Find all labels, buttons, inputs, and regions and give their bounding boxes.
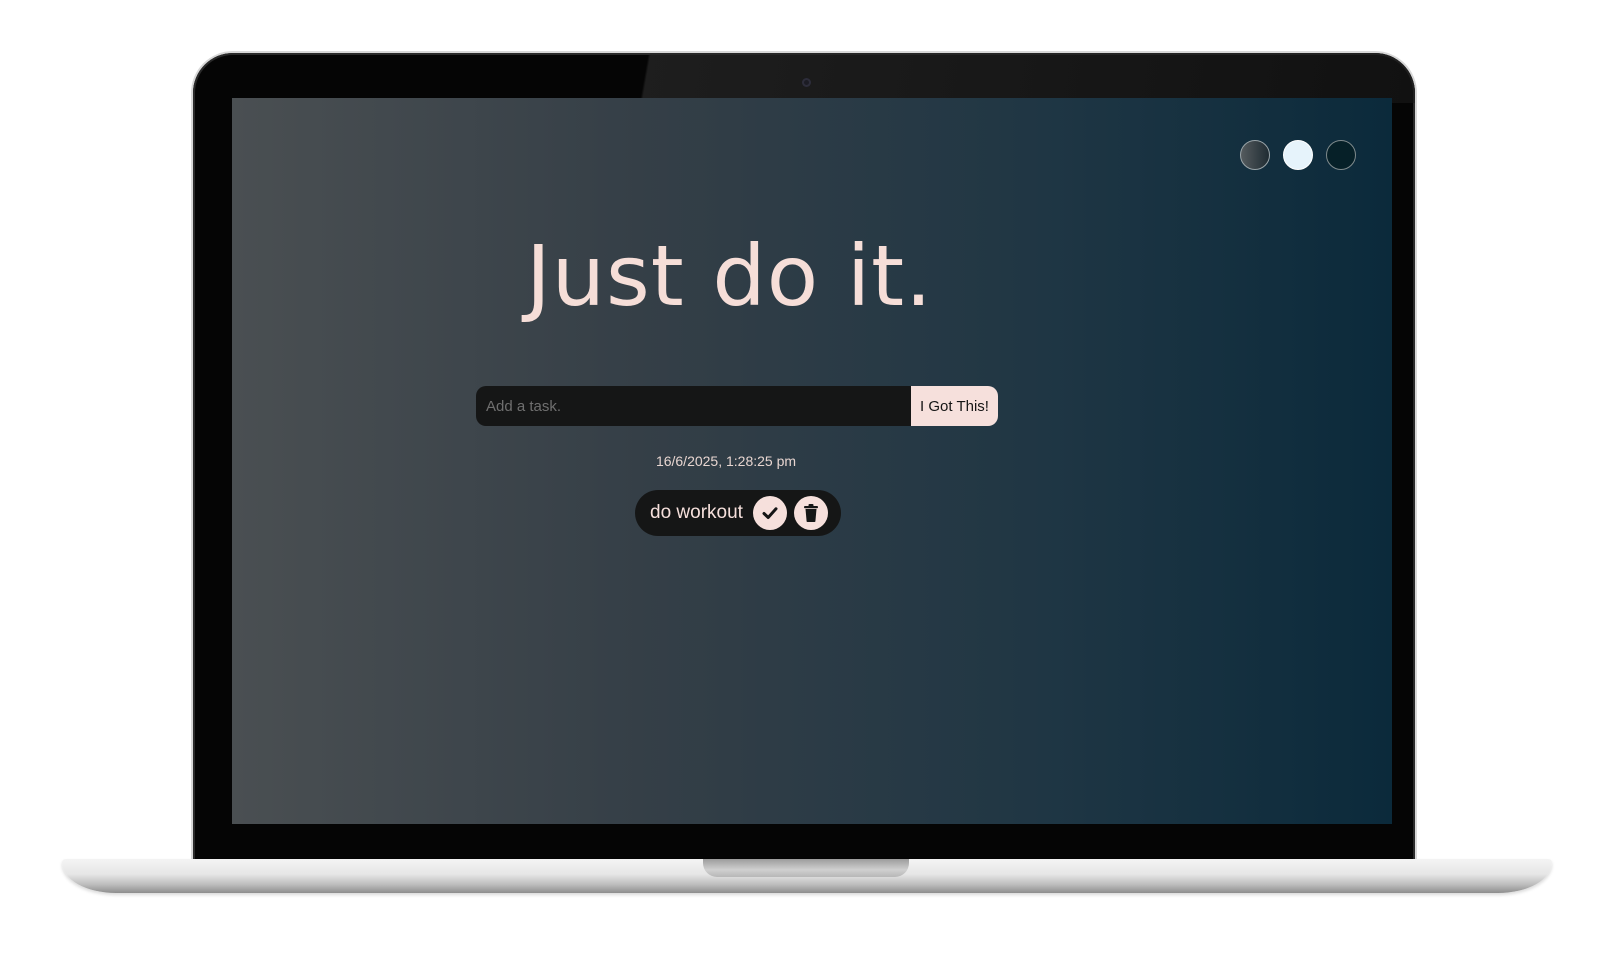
laptop-mockup: Just do it. I Got This! 16/6/2025, 1:28:… [0, 0, 1600, 961]
theme-light-button[interactable] [1283, 140, 1313, 170]
page-title: Just do it. [526, 227, 933, 325]
laptop-base-notch [703, 859, 909, 877]
theme-standard-button[interactable] [1240, 140, 1270, 170]
todo-text: do workout [650, 502, 743, 523]
complete-button[interactable] [752, 496, 787, 530]
todo-item: do workout [635, 490, 841, 536]
theme-switcher [1240, 140, 1356, 170]
task-input[interactable] [476, 386, 911, 426]
datetime-display: 16/6/2025, 1:28:25 pm [655, 453, 797, 469]
add-task-button[interactable]: I Got This! [911, 386, 998, 426]
trash-icon [803, 504, 818, 522]
theme-darker-button[interactable] [1326, 140, 1356, 170]
check-icon [762, 507, 778, 519]
delete-button[interactable] [793, 496, 828, 530]
app-screen: Just do it. I Got This! 16/6/2025, 1:28:… [232, 98, 1392, 824]
task-form: I Got This! [476, 386, 998, 426]
webcam [802, 78, 811, 87]
